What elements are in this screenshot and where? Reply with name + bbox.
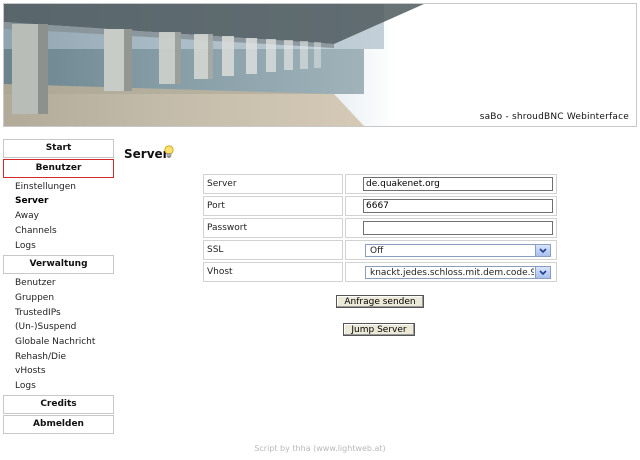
ssl-label: SSL [203,240,343,260]
nav-item-einstellungen[interactable]: Einstellungen [15,182,76,192]
port-label: Port [203,196,343,216]
nav-item-logs-admin[interactable]: Logs [15,381,36,391]
nav-item-trustedips[interactable]: TrustedIPs [15,308,61,318]
footer-credit: Script by thha (www.lightweb.at) [254,444,386,453]
ssl-cell: Off [345,240,557,260]
lightbulb-icon [164,145,174,158]
password-input[interactable] [363,221,553,235]
row-vhost: Vhost knackt.jedes.schloss.mit.dem.code.… [203,262,557,282]
vhost-selected-value: knackt.jedes.schloss.mit.dem.code.9 [370,267,534,278]
dropdown-arrow-icon[interactable] [535,244,550,256]
page-title: Server [124,147,169,161]
nav-item-benutzer[interactable]: Benutzer [15,278,56,288]
nav-credits[interactable]: Credits [3,395,114,414]
nav-item-gruppen[interactable]: Gruppen [15,293,54,303]
vhost-select[interactable]: knackt.jedes.schloss.mit.dem.code.9 [365,265,551,279]
vhost-label: Vhost [203,262,343,282]
banner-title: saBo - shroudBNC Webinterface [479,112,629,122]
bridge-photo [4,4,424,126]
password-label: Passwort [203,218,343,238]
nav-verwaltung[interactable]: Verwaltung [3,255,114,274]
submit-request-button[interactable]: Anfrage senden [336,295,424,308]
nav-item-globale-nachricht[interactable]: Globale Nachricht [15,337,95,347]
dropdown-arrow-icon[interactable] [535,266,550,278]
nav-item-logs[interactable]: Logs [15,241,36,251]
ssl-selected-value: Off [370,245,384,256]
server-input[interactable] [363,177,553,191]
ssl-select[interactable]: Off [365,243,551,257]
nav-start[interactable]: Start [3,139,114,158]
vhost-cell: knackt.jedes.schloss.mit.dem.code.9 [345,262,557,282]
port-cell [345,196,557,216]
nav-item-away[interactable]: Away [15,211,39,221]
header-banner: saBo - shroudBNC Webinterface [3,3,637,127]
nav-item-rehash-die[interactable]: Rehash/Die [15,352,66,362]
server-cell [345,174,557,194]
row-server: Server [203,174,557,194]
nav-item-server[interactable]: Server [15,196,48,206]
password-cell [345,218,557,238]
jump-server-button[interactable]: Jump Server [343,323,415,336]
port-input[interactable] [363,199,553,213]
nav-abmelden[interactable]: Abmelden [3,415,114,434]
row-ssl: SSL Off [203,240,557,260]
nav-item-channels[interactable]: Channels [15,226,57,236]
server-settings-form: Server Port Passwort SSL Off Vhost [201,172,559,284]
nav-item-suspend[interactable]: (Un-)Suspend [15,322,76,332]
nav-item-vhosts[interactable]: vHosts [15,366,46,376]
nav-benutzer[interactable]: Benutzer [3,159,114,178]
server-label: Server [203,174,343,194]
row-password: Passwort [203,218,557,238]
row-port: Port [203,196,557,216]
